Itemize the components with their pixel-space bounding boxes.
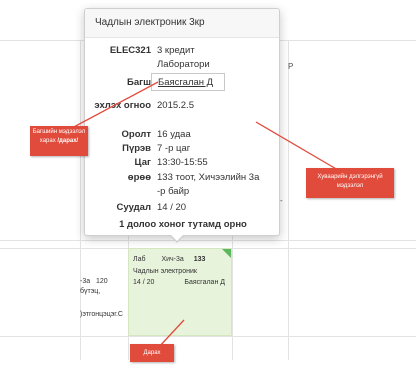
room-value-cont: -р байр: [157, 186, 190, 197]
neighbor-name: бүтэц,: [80, 288, 101, 295]
course-type: Лаборатори: [157, 59, 210, 70]
grid-line: [288, 40, 289, 360]
edge-text: -: [280, 196, 283, 205]
schedule-info-callout: Хуваарийн дэлгэрэнгүй мэдээлэл: [306, 168, 394, 198]
popover-arrow: [169, 234, 185, 243]
period-label: Пүрэв: [122, 143, 151, 154]
callout-text: мэдээлэл: [336, 183, 364, 189]
time-label: Цаг: [134, 157, 151, 168]
seats-label: Суудал: [116, 202, 151, 213]
count-value: 16 удаа: [157, 129, 191, 140]
cell-building: Хич-3а: [161, 256, 184, 263]
seats-value: 14 / 20: [157, 202, 187, 213]
start-value: 2015.2.5: [157, 100, 194, 111]
callout-text: харах /дарах/: [39, 138, 79, 144]
callout-text: Хуваарийн дэлгэрэнгүй: [317, 174, 383, 180]
grid-line: [0, 336, 416, 337]
cell-type: Лаб: [133, 256, 146, 263]
cell-room: 133: [193, 256, 206, 263]
cell-header-row: Лаб Хич-3а 133: [133, 256, 219, 263]
cell-teacher: Баясгалан Д: [184, 279, 225, 286]
start-label: эхлэх огноо: [94, 100, 151, 111]
edge-text: P: [288, 62, 294, 71]
room-label: өрөө: [127, 172, 151, 183]
status-corner: [222, 249, 231, 258]
course-credit: 3 кредит: [157, 45, 195, 56]
teacher-info-callout: Багшийн мэдээлэл харах /дарах/: [30, 126, 88, 156]
cell-seats: 14 / 20: [133, 279, 155, 286]
cell-course-name: Чадлын электроник: [133, 268, 197, 275]
neighbor-building: -3а 120: [80, 278, 108, 285]
schedule-cell[interactable]: Лаб Хич-3а 133 Чадлын электроник 14 / 20…: [128, 248, 232, 336]
period-value: 7 -р цаг: [157, 143, 191, 154]
teacher-link[interactable]: Баясгалан Д: [151, 73, 225, 91]
room-value: 133 тоот, Хичээлийн 3а: [157, 172, 260, 183]
teacher-label: Багш: [127, 77, 151, 88]
callout-text: Багшийн мэдээлэл: [32, 129, 86, 135]
press-callout: Дарах: [130, 344, 174, 362]
neighbor-teacher: )этгонцэцэг.С: [80, 311, 123, 318]
count-label: Оролт: [121, 129, 151, 140]
frequency-note: 1 долоо хоног тутамд орно: [119, 219, 247, 230]
popover-title: Чадлын электроник 3кр: [85, 9, 279, 38]
course-detail-popover: Чадлын электроник 3кр ELEC321 3 кредит Л…: [84, 8, 280, 243]
time-value: 13:30-15:55: [157, 157, 208, 168]
course-code: ELEC321: [109, 45, 151, 56]
grid-line: [0, 240, 416, 241]
